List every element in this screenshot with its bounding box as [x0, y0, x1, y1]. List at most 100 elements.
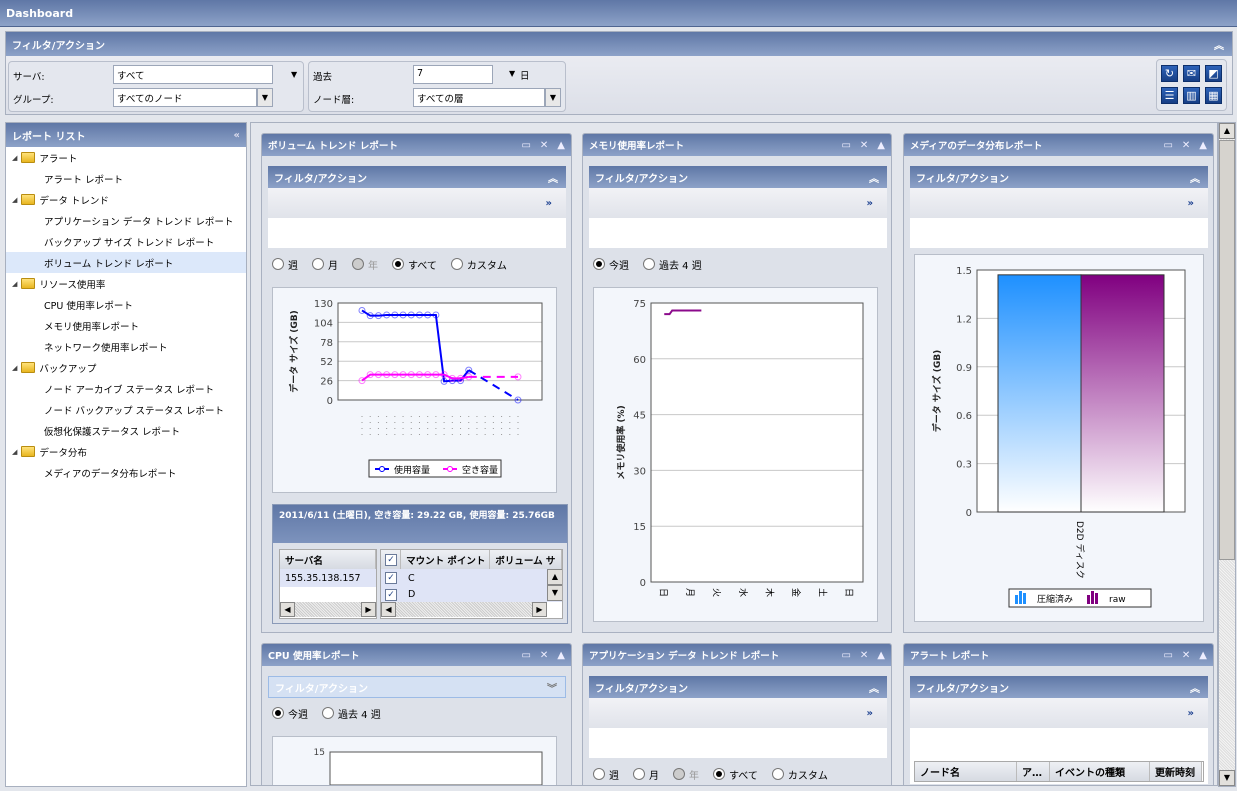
- column-header-updated[interactable]: 更新時刻: [1150, 762, 1202, 781]
- close-icon[interactable]: ✕: [1182, 140, 1190, 151]
- radio-past-4-weeks[interactable]: 過去 4 週: [643, 257, 702, 272]
- close-icon[interactable]: ✕: [540, 140, 548, 151]
- scroll-thumb[interactable]: [1219, 140, 1235, 560]
- radio-all[interactable]: すべて: [392, 257, 437, 272]
- layout-2col-icon[interactable]: ▥: [1183, 87, 1200, 104]
- maximize-icon[interactable]: ▭: [841, 650, 850, 661]
- collapse-left-icon[interactable]: «: [234, 130, 240, 141]
- past-dropdown-icon[interactable]: ▼: [509, 69, 515, 78]
- column-header-volume[interactable]: ボリューム サ: [490, 550, 562, 569]
- column-header-server[interactable]: サーバ名: [280, 550, 376, 569]
- tree-folder[interactable]: ◢ データ分布: [6, 441, 246, 462]
- radio-week[interactable]: 週: [272, 257, 298, 272]
- maximize-icon[interactable]: ▭: [521, 140, 530, 151]
- radio-past-4-weeks[interactable]: 過去 4 週: [322, 706, 381, 721]
- collapse-filter-icon[interactable]: ︽: [1190, 170, 1200, 185]
- tree-item[interactable]: ノード バックアップ ステータス レポート: [6, 399, 246, 420]
- scroll-up-button[interactable]: ▲: [547, 569, 562, 585]
- expand-triangle-icon[interactable]: ◢: [12, 280, 17, 288]
- tree-folder[interactable]: ◢ リソース使用率: [6, 273, 246, 294]
- collapse-icon[interactable]: ︽: [1214, 37, 1224, 52]
- maximize-icon[interactable]: ▭: [1163, 650, 1172, 661]
- tree-item[interactable]: アプリケーション データ トレンド レポート: [6, 210, 246, 231]
- collapse-filter-icon[interactable]: ︽: [869, 680, 879, 695]
- column-header-event-type[interactable]: イベントの種類: [1050, 762, 1150, 781]
- expand-icon[interactable]: »: [1188, 198, 1194, 209]
- tree-folder[interactable]: ◢ アラート: [6, 147, 246, 168]
- layout-1col-icon[interactable]: ☰: [1161, 87, 1178, 104]
- radio-month[interactable]: 月: [312, 257, 338, 272]
- select-all-checkbox[interactable]: ✓: [385, 553, 397, 566]
- radio-month[interactable]: 月: [633, 767, 659, 782]
- server-select[interactable]: すべて: [113, 65, 273, 84]
- export-icon[interactable]: ◩: [1205, 65, 1222, 82]
- tree-item[interactable]: ネットワーク使用率レポート: [6, 336, 246, 357]
- tree-folder[interactable]: ◢ データ トレンド: [6, 189, 246, 210]
- collapse-icon[interactable]: ▲: [877, 140, 885, 151]
- group-select[interactable]: すべてのノード: [113, 88, 257, 107]
- collapse-icon[interactable]: ▲: [557, 650, 565, 661]
- tree-item[interactable]: 仮想化保護ステータス レポート: [6, 420, 246, 441]
- radio-custom[interactable]: カスタム: [450, 257, 507, 272]
- collapse-filter-icon[interactable]: ︽: [1190, 680, 1200, 695]
- tier-select[interactable]: すべての層: [413, 88, 545, 107]
- expand-triangle-icon[interactable]: ◢: [12, 154, 17, 162]
- collapse-icon[interactable]: ▲: [1199, 650, 1207, 661]
- scroll-right-button[interactable]: ▶: [361, 602, 376, 617]
- radio-this-week[interactable]: 今週: [593, 257, 629, 272]
- scroll-left-button[interactable]: ◀: [381, 602, 396, 617]
- tree-item[interactable]: メモリ使用率レポート: [6, 315, 246, 336]
- tree-item[interactable]: バックアップ サイズ トレンド レポート: [6, 231, 246, 252]
- layout-3col-icon[interactable]: ▦: [1205, 87, 1222, 104]
- past-days-input[interactable]: 7: [413, 65, 493, 84]
- collapse-filter-icon[interactable]: ︽: [548, 170, 558, 185]
- refresh-icon[interactable]: ↻: [1161, 65, 1178, 82]
- table-row[interactable]: 155.35.138.157: [280, 569, 376, 587]
- maximize-icon[interactable]: ▭: [841, 140, 850, 151]
- tree-item[interactable]: アラート レポート: [6, 168, 246, 189]
- scroll-down-button[interactable]: ▼: [1219, 770, 1235, 786]
- collapse-filter-icon[interactable]: ︽: [869, 170, 879, 185]
- tree-item[interactable]: ボリューム トレンド レポート: [6, 252, 246, 273]
- expand-icon[interactable]: »: [1188, 708, 1194, 719]
- expand-icon[interactable]: »: [867, 198, 873, 209]
- radio-custom[interactable]: カスタム: [771, 767, 828, 782]
- tree-item[interactable]: メディアのデータ分布レポート: [6, 462, 246, 483]
- server-dropdown-icon[interactable]: ▼: [291, 70, 297, 79]
- expand-triangle-icon[interactable]: ◢: [12, 196, 17, 204]
- collapse-icon[interactable]: ▲: [877, 650, 885, 661]
- scroll-down-button[interactable]: ▼: [547, 585, 562, 601]
- scroll-right-button[interactable]: ▶: [532, 602, 547, 617]
- tier-dropdown-icon[interactable]: ▼: [545, 88, 561, 107]
- close-icon[interactable]: ✕: [1182, 650, 1190, 661]
- group-dropdown-icon[interactable]: ▼: [257, 88, 273, 107]
- close-icon[interactable]: ✕: [860, 650, 868, 661]
- expand-triangle-icon[interactable]: ◢: [12, 448, 17, 456]
- radio-week[interactable]: 週: [593, 767, 619, 782]
- tree-item[interactable]: CPU 使用率レポート: [6, 294, 246, 315]
- expand-filter-icon[interactable]: ︾: [547, 680, 557, 695]
- row-checkbox[interactable]: ✓: [385, 588, 397, 601]
- row-checkbox[interactable]: ✓: [385, 572, 397, 584]
- collapse-icon[interactable]: ▲: [557, 140, 565, 151]
- radio-all[interactable]: すべて: [713, 767, 758, 782]
- column-header-node[interactable]: ノード名: [915, 762, 1017, 781]
- table-row[interactable]: C: [403, 569, 415, 587]
- maximize-icon[interactable]: ▭: [521, 650, 530, 661]
- tree-folder[interactable]: ◢ バックアップ: [6, 357, 246, 378]
- expand-triangle-icon[interactable]: ◢: [12, 364, 17, 372]
- column-header-mount[interactable]: マウント ポイント: [401, 550, 491, 569]
- expand-icon[interactable]: »: [867, 708, 873, 719]
- column-header-alert[interactable]: ア…: [1017, 762, 1050, 781]
- main-scrollbar[interactable]: ▲ ▼: [1218, 122, 1236, 787]
- close-icon[interactable]: ✕: [860, 140, 868, 151]
- scroll-left-button[interactable]: ◀: [280, 602, 295, 617]
- maximize-icon[interactable]: ▭: [1163, 140, 1172, 151]
- tree-item[interactable]: ノード アーカイブ ステータス レポート: [6, 378, 246, 399]
- expand-icon[interactable]: »: [546, 198, 552, 209]
- email-icon[interactable]: ✉: [1183, 65, 1200, 82]
- close-icon[interactable]: ✕: [540, 650, 548, 661]
- collapse-icon[interactable]: ▲: [1199, 140, 1207, 151]
- radio-this-week[interactable]: 今週: [272, 706, 308, 721]
- scroll-up-button[interactable]: ▲: [1219, 123, 1235, 139]
